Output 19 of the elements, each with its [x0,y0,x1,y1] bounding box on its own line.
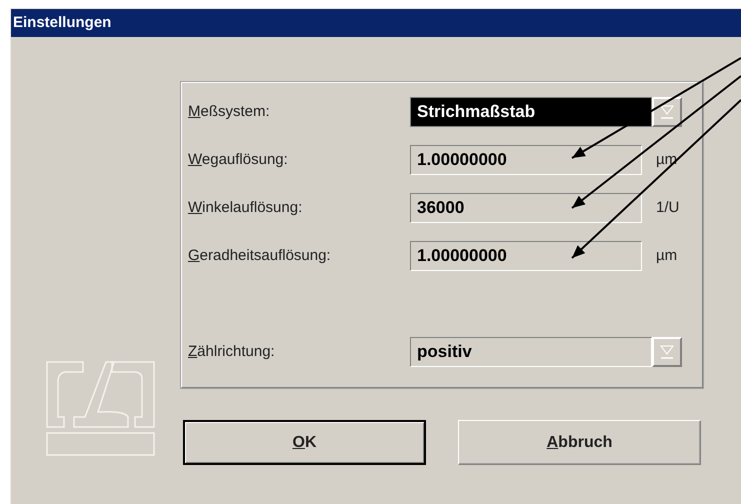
dialog-button[interactable]: OK [183,420,426,465]
unit-label: µm [656,246,678,266]
dropdown-field[interactable]: Strichmaßstab [410,97,652,127]
field-label: Geradheitsauflösung: [188,246,332,266]
input-field[interactable]: 1.00000000 [410,241,642,271]
input-field[interactable]: 1.00000000 [410,145,642,175]
input-field[interactable]: 36000 [410,193,642,223]
dropdown-button[interactable] [652,97,682,127]
unit-label: 1/U [656,198,680,218]
window-title: Einstellungen [13,12,112,33]
dropdown-arrow-icon [660,104,674,120]
dropdown-field[interactable]: positiv [410,337,652,367]
field-label: Zählrichtung: [188,342,276,362]
dropdown-arrow-icon [660,344,674,360]
field-label: Wegauflösung: [188,150,289,170]
unit-label: µm [656,150,678,170]
field-label: Winkelauflösung: [188,198,304,218]
field-label: Meßsystem: [188,102,271,122]
dialog-button[interactable]: Abbruch [458,420,701,465]
